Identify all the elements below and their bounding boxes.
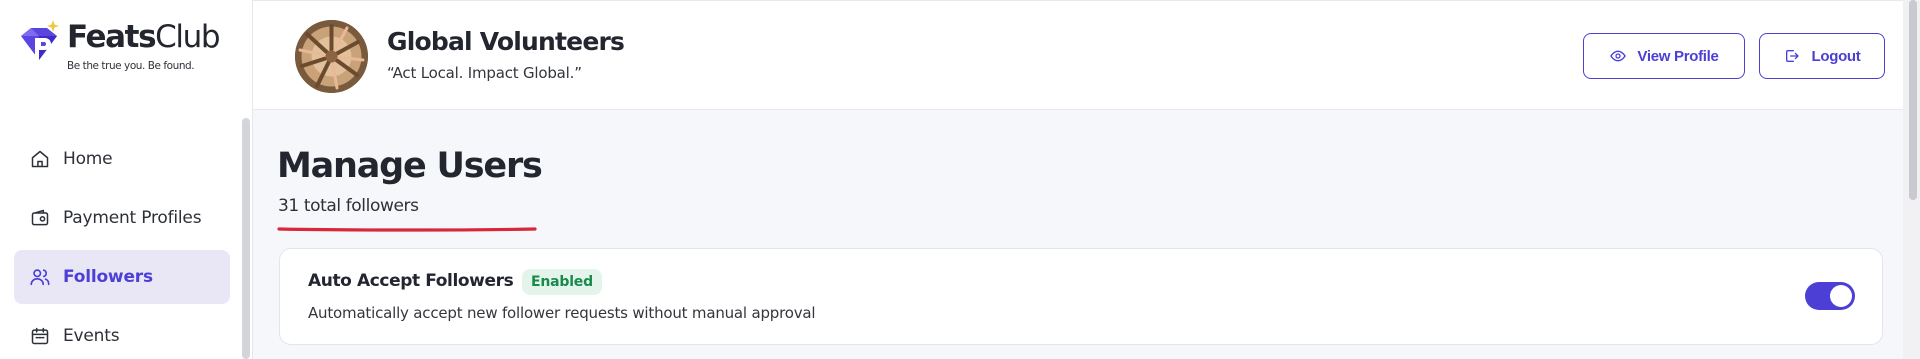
brand-logo[interactable]: FeatsClub Be the true you. Be found.	[17, 20, 247, 80]
followers-count: 31 total followers	[278, 196, 419, 216]
sidebar-item-payment-profiles[interactable]: Payment Profiles	[14, 191, 230, 245]
sidebar-item-label: Payment Profiles	[63, 208, 202, 228]
sidebar-item-label: Home	[63, 149, 113, 169]
logout-button[interactable]: Logout	[1759, 33, 1885, 79]
sidebar-scrollbar[interactable]	[242, 118, 250, 359]
main-content: Manage Users 31 total followers Auto Acc…	[253, 110, 1903, 359]
sidebar: FeatsClub Be the true you. Be found. Hom…	[0, 0, 253, 359]
auto-accept-card: Auto Accept Followers Enabled Automatica…	[279, 248, 1883, 345]
auto-accept-toggle[interactable]	[1805, 282, 1855, 310]
toggle-knob	[1830, 285, 1852, 307]
calendar-icon	[28, 324, 52, 348]
sidebar-nav: Home Payment Profiles Followers Events	[14, 132, 230, 359]
page-title: Manage Users	[277, 146, 543, 186]
top-header: Global Volunteers “Act Local. Impact Glo…	[253, 0, 1920, 110]
logo-mark-icon	[21, 20, 59, 60]
sidebar-item-home[interactable]: Home	[14, 132, 230, 186]
auto-accept-title: Auto Accept Followers	[308, 271, 514, 291]
eye-icon	[1609, 47, 1627, 65]
brand-tagline: Be the true you. Be found.	[67, 60, 195, 72]
view-profile-button[interactable]: View Profile	[1583, 33, 1745, 79]
org-avatar	[295, 20, 368, 93]
sidebar-item-label: Followers	[63, 267, 153, 287]
sidebar-item-label: Events	[63, 326, 120, 346]
page-scrollbar-thumb[interactable]	[1909, 0, 1917, 200]
sidebar-item-followers[interactable]: Followers	[14, 250, 230, 304]
logout-label: Logout	[1811, 47, 1861, 65]
org-quote: “Act Local. Impact Global.”	[387, 64, 582, 82]
org-name: Global Volunteers	[387, 27, 625, 56]
red-underline-annotation	[277, 227, 537, 232]
sidebar-item-events[interactable]: Events	[14, 309, 230, 359]
home-icon	[28, 147, 52, 171]
status-badge: Enabled	[522, 269, 602, 295]
logout-icon	[1783, 47, 1801, 65]
view-profile-label: View Profile	[1637, 47, 1719, 65]
brand-name: FeatsClub	[67, 19, 221, 55]
auto-accept-description: Automatically accept new follower reques…	[308, 304, 816, 322]
wallet-icon	[28, 206, 52, 230]
users-icon	[28, 265, 52, 289]
